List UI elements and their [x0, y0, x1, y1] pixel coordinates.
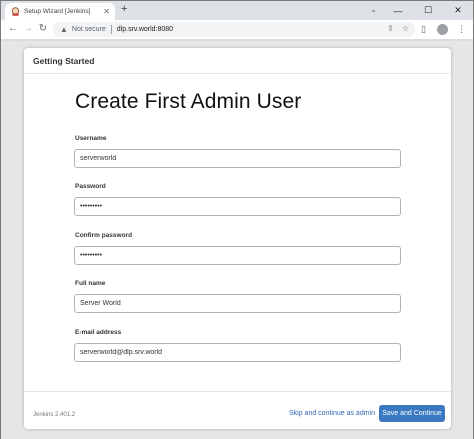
username-input[interactable] — [74, 149, 401, 168]
confirm-password-label: Confirm password — [75, 232, 133, 239]
security-label[interactable]: Not secure — [72, 26, 106, 33]
profile-avatar-icon[interactable] — [437, 23, 448, 35]
maximize-icon[interactable]: ☐ — [413, 1, 443, 20]
password-label: Password — [75, 183, 106, 190]
page-title: Create First Admin User — [75, 90, 302, 113]
sidebar-icon[interactable]: ▯ — [418, 23, 429, 35]
forward-icon[interactable]: → — [22, 23, 34, 35]
page-content: Getting Started Create First Admin User … — [1, 41, 473, 439]
url-text[interactable]: dlp.srv.world:8080 — [117, 26, 173, 33]
username-label: Username — [75, 135, 107, 142]
dialog-header: Getting Started — [24, 48, 451, 74]
new-tab-icon[interactable]: + — [121, 4, 127, 15]
minimize-icon[interactable]: — — [383, 1, 413, 20]
warning-icon[interactable]: ▲ — [60, 25, 68, 34]
divider — [110, 25, 112, 34]
dialog-title: Getting Started — [33, 55, 95, 66]
version-label: Jenkins 2.401.2 — [33, 412, 76, 418]
bookmark-star-icon[interactable]: ☆ — [402, 24, 409, 33]
jenkins-favicon-icon — [11, 7, 20, 16]
omnibox-actions: ⇪ ☆ — [387, 24, 409, 33]
tab-setup-wizard[interactable]: Setup Wizard [Jenkins] ✕ — [5, 3, 115, 20]
close-tab-icon[interactable]: ✕ — [103, 7, 110, 16]
email-input[interactable] — [74, 343, 401, 362]
reload-icon[interactable]: ↻ — [37, 23, 49, 35]
setup-dialog: Getting Started Create First Admin User … — [24, 48, 451, 429]
browser-window: Setup Wizard [Jenkins] ✕ + ⌄ — ☐ ✕ ← → ↻… — [0, 0, 474, 439]
share-icon[interactable]: ⇪ — [387, 24, 394, 33]
window-controls: — ☐ ✕ — [383, 1, 473, 20]
full-name-input[interactable] — [74, 294, 401, 313]
menu-kebab-icon[interactable]: ⋮ — [456, 23, 467, 35]
browser-toolbar: ← → ↻ ▲ Not secure dlp.srv.world:8080 ⇪ … — [1, 20, 473, 40]
tab-search-icon[interactable]: ⌄ — [370, 5, 377, 14]
dialog-footer: Jenkins 2.401.2 Skip and continue as adm… — [24, 391, 451, 429]
close-window-icon[interactable]: ✕ — [443, 1, 473, 20]
toolbar-actions: ▯ ⋮ — [418, 23, 467, 35]
full-name-label: Full name — [75, 280, 106, 287]
tab-strip: Setup Wizard [Jenkins] ✕ + ⌄ — ☐ ✕ — [1, 1, 473, 20]
email-label: E-mail address — [75, 329, 122, 336]
tab-title: Setup Wizard [Jenkins] — [24, 8, 91, 15]
save-and-continue-button[interactable]: Save and Continue — [379, 405, 445, 422]
address-bar[interactable]: ▲ Not secure dlp.srv.world:8080 ⇪ ☆ — [53, 22, 415, 37]
confirm-password-input[interactable] — [74, 246, 401, 265]
password-input[interactable] — [74, 197, 401, 216]
skip-admin-link[interactable]: Skip and continue as admin — [289, 410, 375, 417]
back-icon[interactable]: ← — [7, 23, 19, 35]
